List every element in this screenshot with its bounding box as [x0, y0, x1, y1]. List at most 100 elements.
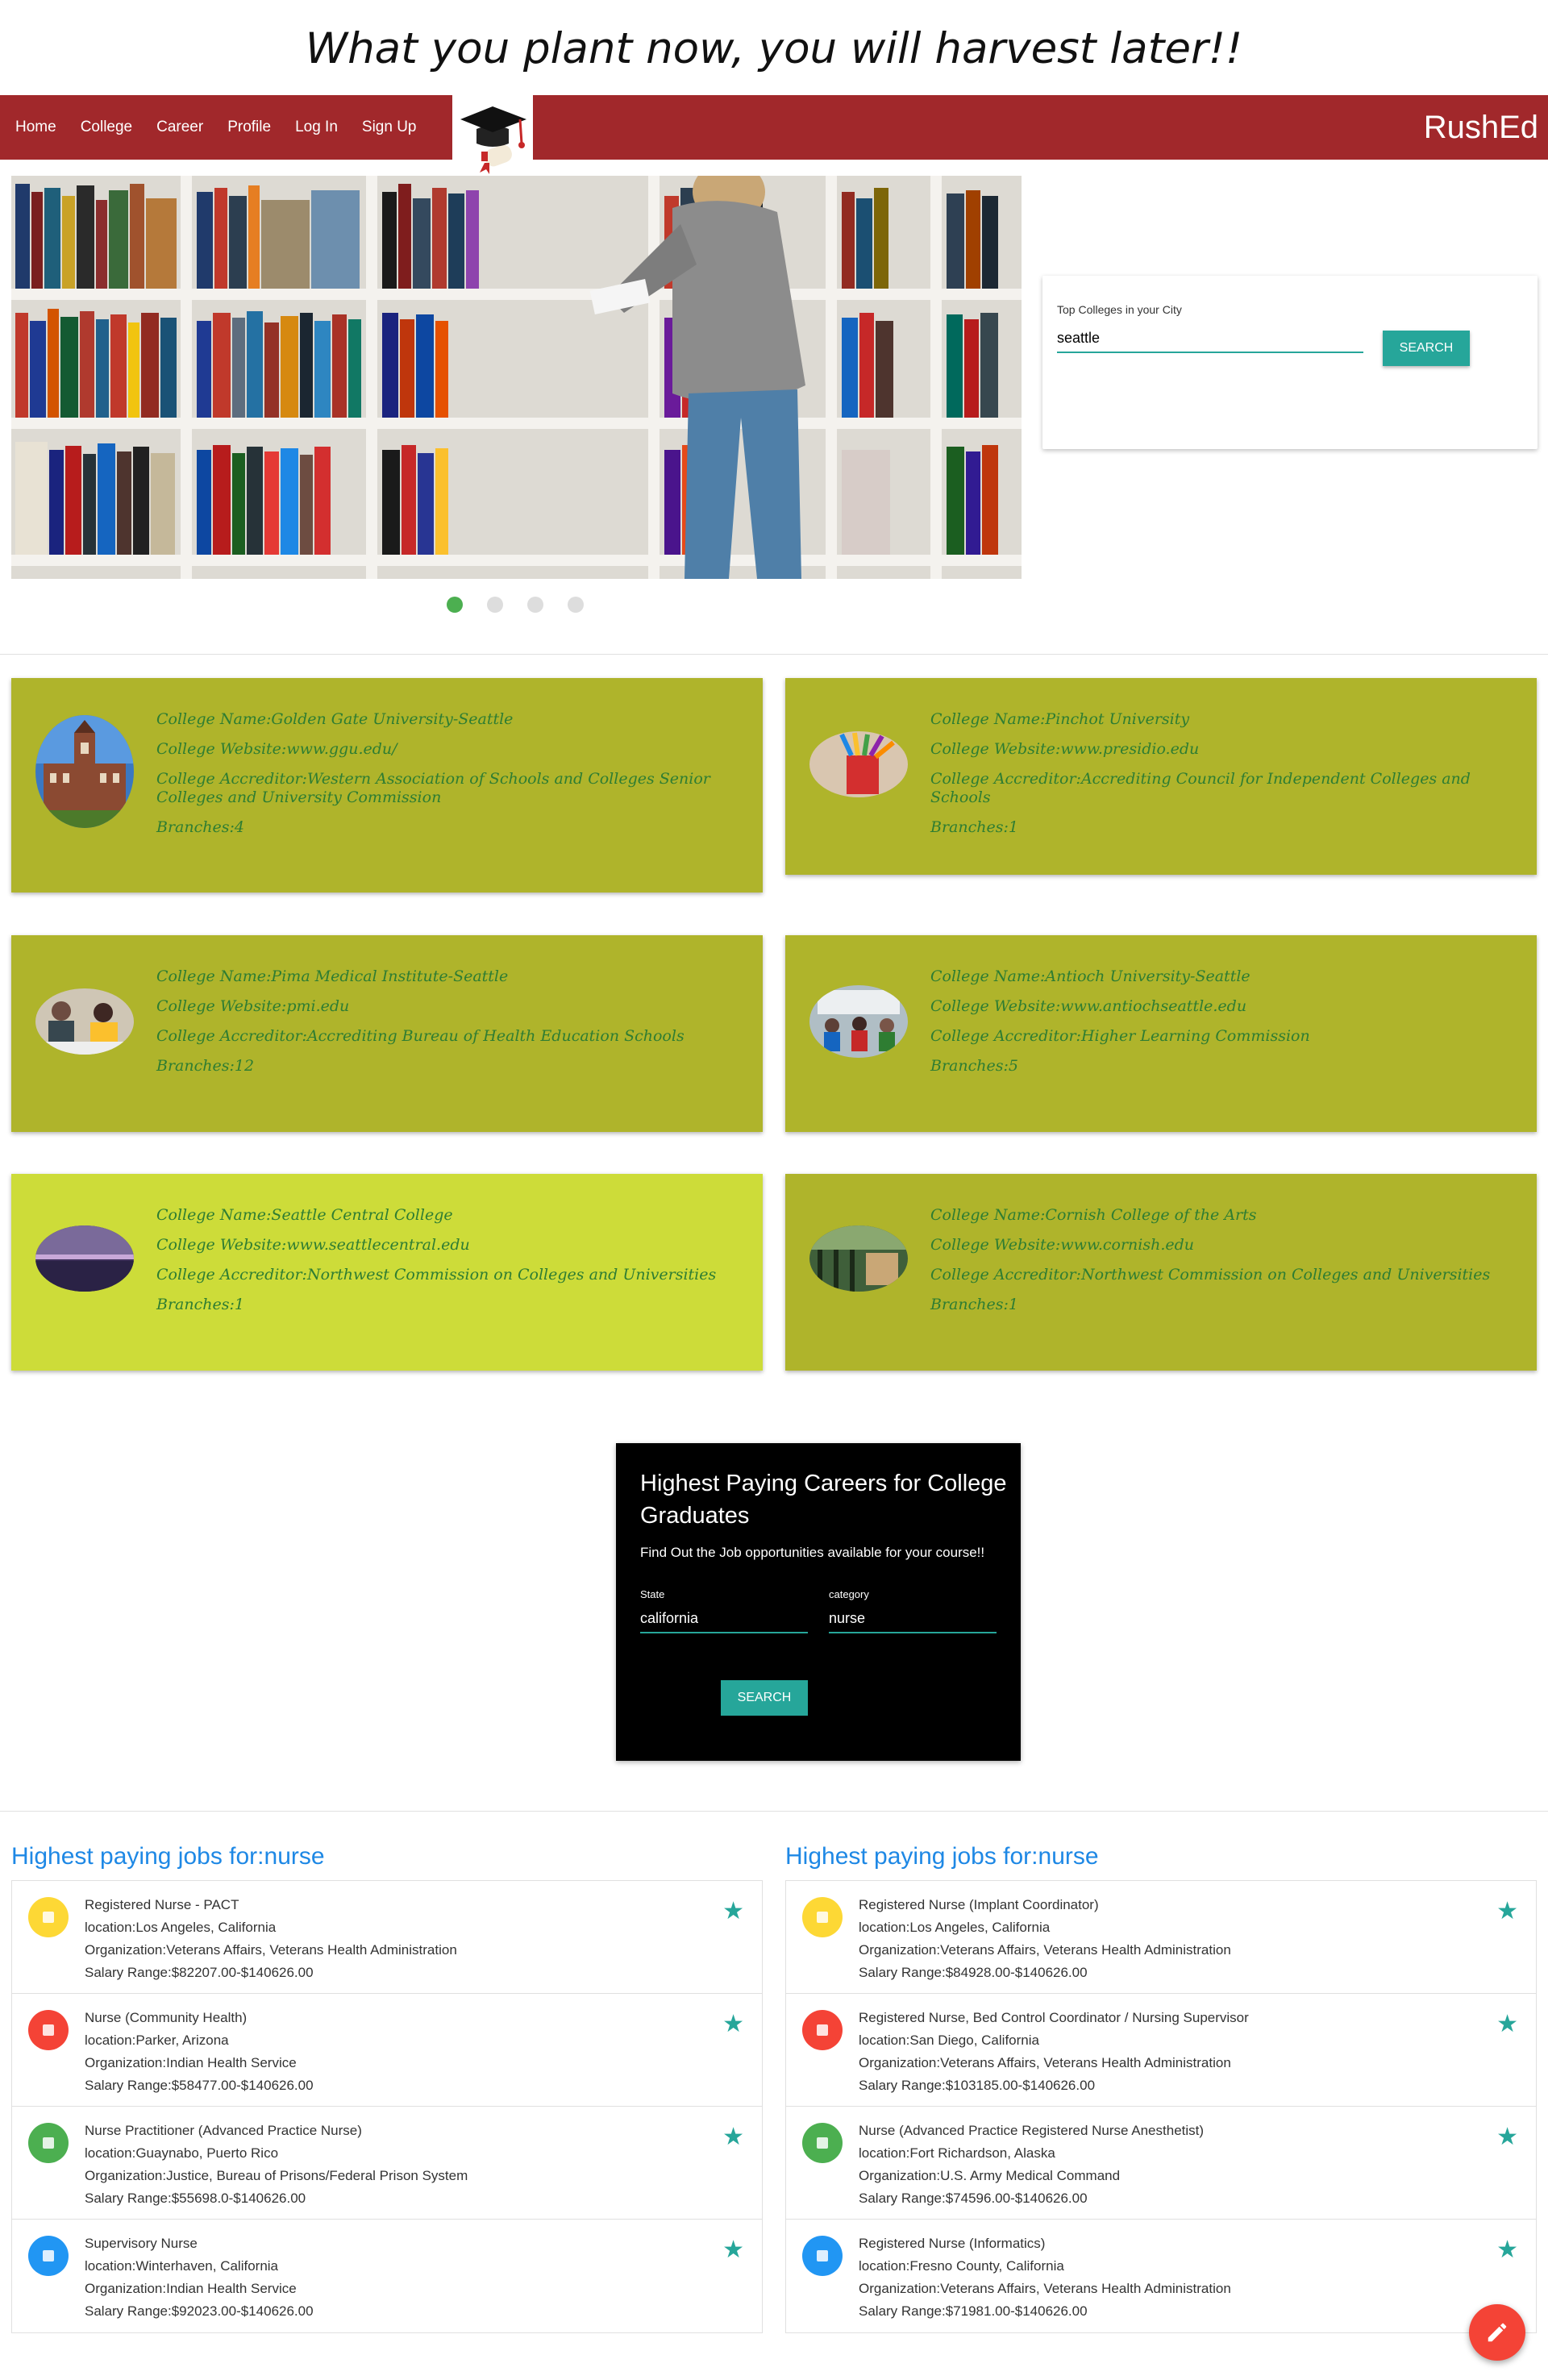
jobs-list-right: Registered Nurse (Implant Coordinator) lo…	[785, 1880, 1537, 2333]
college-search-label: Top Colleges in your City	[1057, 303, 1182, 316]
careers-search-button[interactable]: SEARCH	[721, 1680, 808, 1716]
job-category-icon	[28, 2236, 69, 2276]
college-accreditor: College Accreditor:Northwest Commission …	[156, 1266, 717, 1284]
job-location: location:Winterhaven, California	[85, 2258, 279, 2274]
job-details: Registered Nurse, Bed Control Coordinato…	[859, 2007, 1249, 2097]
job-list-item[interactable]: Registered Nurse (Informatics) location:F…	[786, 2220, 1536, 2332]
job-title: Nurse (Community Health)	[85, 2010, 248, 2025]
state-input[interactable]	[640, 1604, 808, 1633]
job-list-item[interactable]: Nurse (Community Health) location:Parker,…	[12, 1994, 762, 2107]
category-input[interactable]	[829, 1604, 997, 1633]
graduation-cap-icon[interactable]	[452, 95, 533, 176]
nav-college[interactable]: College	[69, 119, 144, 136]
job-category-icon	[802, 2123, 843, 2163]
pencil-icon[interactable]	[1469, 2304, 1525, 2361]
job-list-item[interactable]: Nurse Practitioner (Advanced Practice Nu…	[12, 2107, 762, 2220]
careers-title: Highest Paying Careers for College Gradu…	[640, 1471, 1007, 1529]
college-name: College Name:Antioch University-Seattle	[930, 967, 1250, 985]
library-icon	[809, 1225, 908, 1292]
job-details: Nurse (Community Health) location:Parker,…	[85, 2007, 314, 2097]
college-website[interactable]: College Website:www.antiochseattle.edu	[930, 997, 1521, 1016]
job-salary: Salary Range:$103185.00-$140626.00	[859, 2078, 1096, 2093]
job-title: Supervisory Nurse	[85, 2236, 198, 2251]
nav-signup[interactable]: Sign Up	[350, 119, 429, 136]
star-icon[interactable]: ★	[722, 2236, 744, 2264]
job-organization: Organization:U.S. Army Medical Command	[859, 2168, 1121, 2183]
star-icon[interactable]: ★	[1496, 2010, 1518, 2038]
star-icon[interactable]: ★	[1496, 2123, 1518, 2151]
college-card[interactable]: College Name:Seattle Central College Col…	[11, 1174, 763, 1371]
job-details: Registered Nurse - PACT location:Los Ange…	[85, 1894, 457, 1984]
college-card[interactable]: College Name:Antioch University-Seattle …	[785, 935, 1537, 1132]
job-category-icon	[28, 2123, 69, 2163]
job-list-item[interactable]: Registered Nurse (Implant Coordinator) lo…	[786, 1881, 1536, 1994]
job-category-icon	[802, 1897, 843, 1937]
job-category-icon	[28, 1897, 69, 1937]
job-location: location:Guaynabo, Puerto Rico	[85, 2145, 279, 2161]
college-info: College Name:Golden Gate University-Seat…	[156, 710, 747, 848]
nav-home[interactable]: Home	[3, 119, 69, 136]
job-title: Registered Nurse (Implant Coordinator)	[859, 1897, 1099, 1912]
college-accreditor: College Accreditor:Western Association o…	[156, 770, 710, 806]
brand-name[interactable]: RushEd	[1424, 95, 1538, 160]
star-icon[interactable]: ★	[722, 2010, 744, 2038]
college-website[interactable]: College Website:pmi.edu	[156, 997, 747, 1016]
students-icon	[35, 988, 134, 1055]
job-organization: Organization:Indian Health Service	[85, 2281, 297, 2296]
college-branches: Branches:1	[930, 818, 1018, 836]
job-salary: Salary Range:$58477.00-$140626.00	[85, 2078, 314, 2093]
carousel-dot[interactable]	[568, 597, 584, 613]
star-icon[interactable]: ★	[722, 2123, 744, 2151]
college-branches: Branches:12	[156, 1057, 255, 1075]
job-title: Registered Nurse (Informatics)	[859, 2236, 1046, 2251]
star-icon[interactable]: ★	[1496, 2236, 1518, 2264]
college-name: College Name:Cornish College of the Arts	[930, 1206, 1257, 1224]
college-accreditor: College Accreditor:Northwest Commission …	[930, 1266, 1491, 1284]
college-website[interactable]: College Website:www.ggu.edu/	[156, 740, 747, 759]
job-category-icon	[802, 2236, 843, 2276]
carousel-dot[interactable]	[487, 597, 503, 613]
nav-login[interactable]: Log In	[283, 119, 350, 136]
city-search-input[interactable]	[1057, 324, 1363, 353]
job-details: Registered Nurse (Implant Coordinator) lo…	[859, 1894, 1231, 1984]
nav-profile[interactable]: Profile	[215, 119, 283, 136]
college-card[interactable]: College Name:Pima Medical Institute-Seat…	[11, 935, 763, 1132]
college-search-button[interactable]: SEARCH	[1383, 331, 1470, 366]
classroom-icon	[809, 985, 908, 1058]
carousel-dot[interactable]	[447, 597, 463, 613]
navbar: Home College Career Profile Log In Sign …	[0, 95, 1548, 176]
star-icon[interactable]: ★	[1496, 1897, 1518, 1925]
college-name: College Name:Golden Gate University-Seat…	[156, 710, 514, 728]
job-list-item[interactable]: Registered Nurse, Bed Control Coordinato…	[786, 1994, 1536, 2107]
college-search-card: Top Colleges in your City SEARCH	[1042, 276, 1538, 449]
jobs-list-left: Registered Nurse - PACT location:Los Ange…	[11, 1880, 763, 2333]
college-card[interactable]: College Name:Golden Gate University-Seat…	[11, 678, 763, 892]
college-info: College Name:Cornish College of the Arts…	[930, 1206, 1521, 1325]
college-website[interactable]: College Website:www.seattlecentral.edu	[156, 1236, 747, 1254]
nav-career[interactable]: Career	[144, 119, 215, 136]
image-carousel[interactable]	[11, 176, 1022, 579]
job-details: Supervisory Nurse location:Winterhaven, C…	[85, 2232, 314, 2323]
college-website[interactable]: College Website:www.presidio.edu	[930, 740, 1521, 759]
college-accreditor: College Accreditor:Higher Learning Commi…	[930, 1027, 1310, 1045]
carousel-dot[interactable]	[527, 597, 543, 613]
star-icon[interactable]: ★	[722, 1897, 744, 1925]
job-details: Registered Nurse (Informatics) location:F…	[859, 2232, 1231, 2323]
pier-icon	[35, 1225, 134, 1292]
job-list-item[interactable]: Supervisory Nurse location:Winterhaven, C…	[12, 2220, 762, 2332]
college-name: College Name:Pinchot University	[930, 710, 1190, 728]
college-website[interactable]: College Website:www.cornish.edu	[930, 1236, 1521, 1254]
job-location: location:Parker, Arizona	[85, 2033, 229, 2048]
college-branches: Branches:1	[930, 1296, 1018, 1313]
nav-links: Home College Career Profile Log In Sign …	[3, 95, 429, 160]
job-organization: Organization:Indian Health Service	[85, 2055, 297, 2070]
job-list-item[interactable]: Nurse (Advanced Practice Registered Nurs…	[786, 2107, 1536, 2220]
college-card[interactable]: College Name:Pinchot University College …	[785, 678, 1537, 875]
state-label: State	[640, 1588, 665, 1600]
careers-search-card: Highest Paying Careers for College Gradu…	[616, 1443, 1021, 1761]
job-location: location:Fort Richardson, Alaska	[859, 2145, 1055, 2161]
job-organization: Organization:Veterans Affairs, Veterans …	[859, 2055, 1231, 2070]
job-list-item[interactable]: Registered Nurse - PACT location:Los Ange…	[12, 1881, 762, 1994]
job-location: location:San Diego, California	[859, 2033, 1039, 2048]
college-card[interactable]: College Name:Cornish College of the Arts…	[785, 1174, 1537, 1371]
